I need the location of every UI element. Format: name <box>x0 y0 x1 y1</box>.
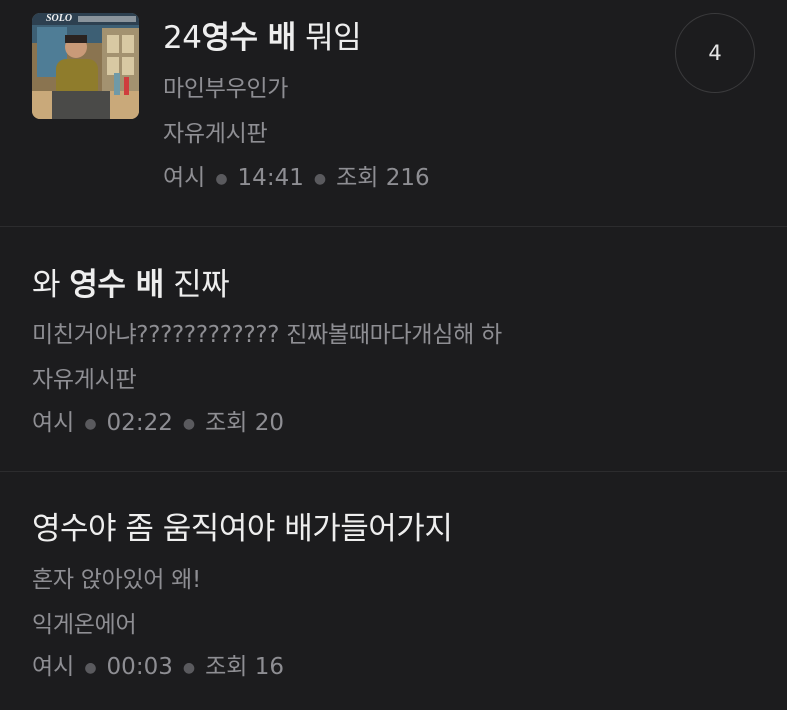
meta-time: 02:22 <box>106 410 173 436</box>
post-board[interactable]: 자유게시판 <box>32 365 137 395</box>
meta-time: 00:03 <box>106 654 173 680</box>
separator-dot: ● <box>84 660 97 676</box>
comment-count-badge[interactable]: 4 <box>675 13 755 93</box>
post-author[interactable]: 마인부우인가 <box>163 74 288 104</box>
separator-dot: ● <box>84 416 97 432</box>
post-meta: 여시 ● 02:22 ● 조회 20 <box>32 408 284 438</box>
separator-dot: ● <box>313 171 327 187</box>
post-item[interactable]: SOLO 24영수 배 뭐임 마인부우인가 자유게시판 여시 ● 14:41 ●… <box>0 0 787 227</box>
meta-user: 여시 <box>32 410 75 436</box>
meta-user: 여시 <box>32 654 75 680</box>
post-title[interactable]: 24영수 배 뭐임 <box>163 18 362 58</box>
separator-dot: ● <box>182 416 196 432</box>
post-meta: 여시 ● 00:03 ● 조회 16 <box>32 652 284 682</box>
highlight-keyword: 영수 배 <box>201 20 296 56</box>
separator-dot: ● <box>215 171 228 187</box>
post-excerpt: 미친거아냐???????????? 진짜볼때마다개심해 하 <box>32 322 502 348</box>
post-board[interactable]: 익게온에어 <box>32 610 137 640</box>
thumbnail-image <box>32 13 139 119</box>
separator-dot: ● <box>182 660 196 676</box>
meta-views: 조회 16 <box>205 654 284 680</box>
highlight-keyword: 영수 배 <box>69 267 164 303</box>
comment-count: 4 <box>708 41 722 65</box>
thumbnail-caption: SOLO <box>46 13 73 24</box>
post-board[interactable]: 자유게시판 <box>163 119 268 149</box>
post-item[interactable]: 와 영수 배 진짜 미친거아냐???????????? 진짜볼때마다개심해 하 … <box>0 227 787 472</box>
meta-views: 조회 216 <box>336 165 430 191</box>
post-meta: 여시 ● 14:41 ● 조회 216 <box>163 163 430 193</box>
post-title[interactable]: 와 영수 배 진짜 <box>32 265 230 305</box>
meta-time: 14:41 <box>237 165 304 191</box>
post-item[interactable]: 영수야 좀 움직여야 배가들어가지 혼자 앉아있어 왜! 익게온에어 여시 ● … <box>0 472 787 710</box>
meta-views: 조회 20 <box>205 410 284 436</box>
meta-user: 여시 <box>163 165 206 191</box>
post-excerpt: 혼자 앉아있어 왜! <box>32 567 201 593</box>
post-title[interactable]: 영수야 좀 움직여야 배가들어가지 <box>32 509 453 549</box>
post-thumbnail[interactable]: SOLO <box>32 13 139 119</box>
